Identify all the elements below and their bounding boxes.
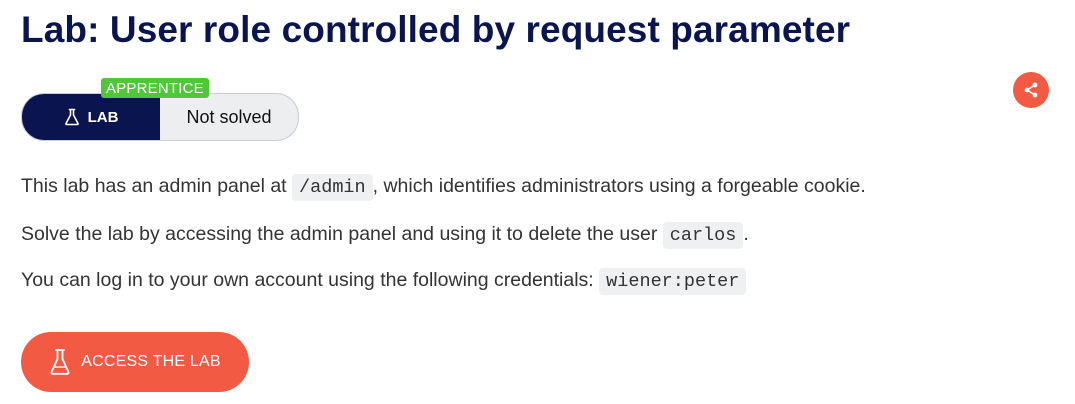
description-line-1: This lab has an admin panel at /admin, w… [21, 170, 866, 204]
description-line-3: You can log in to your own account using… [21, 264, 747, 298]
description-text: . [743, 223, 749, 245]
description-line-2: Solve the lab by accessing the admin pan… [21, 218, 749, 252]
lab-status-widget: APPRENTICE LAB Not solved [21, 78, 301, 142]
access-lab-label: ACCESS THE LAB [81, 353, 221, 370]
description-text: Solve the lab by accessing the admin pan… [21, 223, 663, 245]
flask-icon [64, 108, 79, 126]
lab-status-pill: LAB Not solved [21, 93, 299, 141]
share-button[interactable] [1013, 72, 1049, 108]
lab-page: Lab: User role controlled by request par… [0, 0, 1075, 404]
description-text: This lab has an admin panel at [21, 175, 293, 197]
lab-type-section: LAB [22, 94, 160, 140]
inline-code-credentials: wiener:peter [599, 268, 747, 295]
description-text: You can log in to your own account using… [21, 269, 600, 291]
lab-type-label: LAB [87, 108, 119, 126]
description-text: , which identifies administrators using … [372, 175, 866, 197]
inline-code-admin-path: /admin [292, 174, 373, 201]
level-badge: APPRENTICE [101, 78, 209, 98]
solved-status: Not solved [186, 106, 272, 127]
flask-icon [50, 349, 70, 375]
access-lab-button[interactable]: ACCESS THE LAB [21, 332, 249, 392]
share-icon [1024, 82, 1038, 98]
page-title: Lab: User role controlled by request par… [21, 9, 851, 50]
inline-code-target-user: carlos [662, 222, 744, 249]
